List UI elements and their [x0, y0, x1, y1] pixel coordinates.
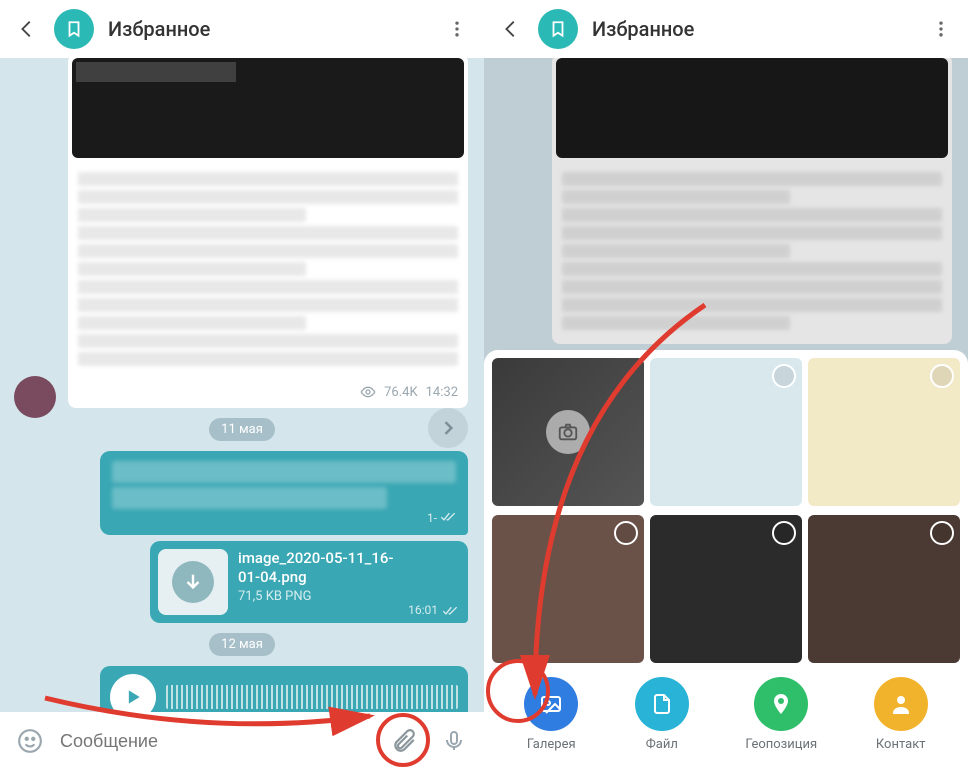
more-vertical-icon — [931, 19, 951, 39]
waveform[interactable] — [166, 685, 458, 709]
file-size: 71,5 KB PNG — [238, 589, 394, 605]
forwarded-post — [552, 58, 952, 344]
more-menu-button[interactable] — [440, 12, 474, 46]
person-icon — [889, 692, 913, 716]
attach-location-button[interactable]: Геопозиция — [745, 677, 817, 752]
gallery-thumbnail[interactable] — [808, 515, 960, 663]
arrow-left-icon — [500, 18, 522, 40]
gallery-thumbnail[interactable] — [808, 358, 960, 506]
arrow-left-icon — [16, 18, 38, 40]
gallery-thumbnail[interactable] — [650, 515, 802, 663]
bookmark-icon — [65, 20, 83, 38]
file-message-out[interactable]: image_2020-05-11_16- 01-04.png 71,5 KB P… — [150, 541, 468, 623]
screenshot-left: Избранное 76.4K 14:32 — [0, 0, 484, 770]
attachment-actions: Галерея Файл Геопозиция Контакт — [492, 665, 960, 762]
select-checkbox[interactable] — [930, 364, 954, 388]
post-time: 14:32 — [426, 385, 458, 400]
voice-message-out[interactable]: 00:09 06:14 — [100, 666, 468, 712]
message-time-partial: 1- — [427, 511, 437, 525]
views-icon — [360, 384, 376, 400]
smile-icon — [17, 728, 43, 754]
camera-button[interactable] — [546, 410, 590, 454]
camera-icon — [557, 421, 579, 443]
chat-title[interactable]: Избранное — [108, 17, 440, 41]
download-button[interactable] — [172, 561, 214, 603]
double-check-icon — [440, 511, 456, 522]
post-text-blurred — [68, 158, 468, 380]
post-text-blurred — [552, 158, 952, 344]
file-name-line2: 01-04.png — [238, 568, 394, 587]
saved-messages-avatar[interactable] — [538, 9, 578, 49]
back-button[interactable] — [10, 12, 44, 46]
paperclip-icon — [391, 728, 417, 754]
camera-tile[interactable] — [492, 358, 644, 506]
forwarded-post[interactable]: 76.4K 14:32 — [68, 58, 468, 408]
play-icon — [123, 687, 143, 707]
chat-title[interactable]: Избранное — [592, 17, 924, 41]
file-time-value: 16:01 — [408, 603, 438, 617]
double-check-icon — [442, 605, 458, 616]
microphone-icon — [442, 729, 466, 753]
more-vertical-icon — [447, 19, 467, 39]
post-media — [72, 58, 464, 158]
message-input-bar — [0, 712, 484, 770]
play-button[interactable] — [110, 674, 156, 712]
image-icon — [539, 692, 563, 716]
select-checkbox[interactable] — [772, 364, 796, 388]
attach-gallery-button[interactable]: Галерея — [524, 677, 578, 752]
chat-header: Избранное — [0, 0, 484, 58]
attach-label: Геопозиция — [745, 737, 817, 752]
date-separator: 11 мая — [209, 418, 275, 441]
attach-label: Файл — [635, 737, 689, 752]
screenshot-right: Избранное — [484, 0, 968, 770]
chat-messages: 76.4K 14:32 11 мая 1- image_2020-05-11_1… — [0, 58, 484, 712]
attach-contact-button[interactable]: Контакт — [874, 677, 928, 752]
attach-file-button[interactable]: Файл — [635, 677, 689, 752]
select-checkbox[interactable] — [614, 521, 638, 545]
chat-header: Избранное — [484, 0, 968, 58]
location-icon — [769, 692, 793, 716]
attach-button[interactable] — [384, 721, 424, 761]
gallery-thumbnail[interactable] — [492, 515, 644, 663]
attach-label: Галерея — [524, 737, 578, 752]
gallery-thumbnail[interactable] — [650, 358, 802, 506]
back-button[interactable] — [494, 12, 528, 46]
attach-label: Контакт — [874, 737, 928, 752]
file-thumbnail — [158, 549, 228, 615]
text-message-out[interactable]: 1- — [100, 451, 468, 535]
gallery-grid — [492, 358, 960, 665]
post-views: 76.4K — [384, 385, 418, 400]
date-separator: 12 мая — [209, 633, 275, 656]
file-icon — [650, 692, 674, 716]
select-checkbox[interactable] — [772, 521, 796, 545]
post-media — [556, 58, 948, 158]
bookmark-icon — [549, 20, 567, 38]
sender-avatar[interactable] — [14, 376, 56, 418]
file-name-line1: image_2020-05-11_16- — [238, 549, 394, 568]
select-checkbox[interactable] — [930, 521, 954, 545]
message-input[interactable] — [60, 731, 374, 752]
scroll-to-bottom-button[interactable] — [428, 408, 468, 448]
chevron-right-icon — [438, 418, 458, 438]
voice-record-button[interactable] — [434, 721, 474, 761]
saved-messages-avatar[interactable] — [54, 9, 94, 49]
emoji-button[interactable] — [10, 721, 50, 761]
more-menu-button[interactable] — [924, 12, 958, 46]
attachment-sheet: Галерея Файл Геопозиция Контакт — [484, 350, 968, 770]
download-icon — [182, 571, 204, 593]
